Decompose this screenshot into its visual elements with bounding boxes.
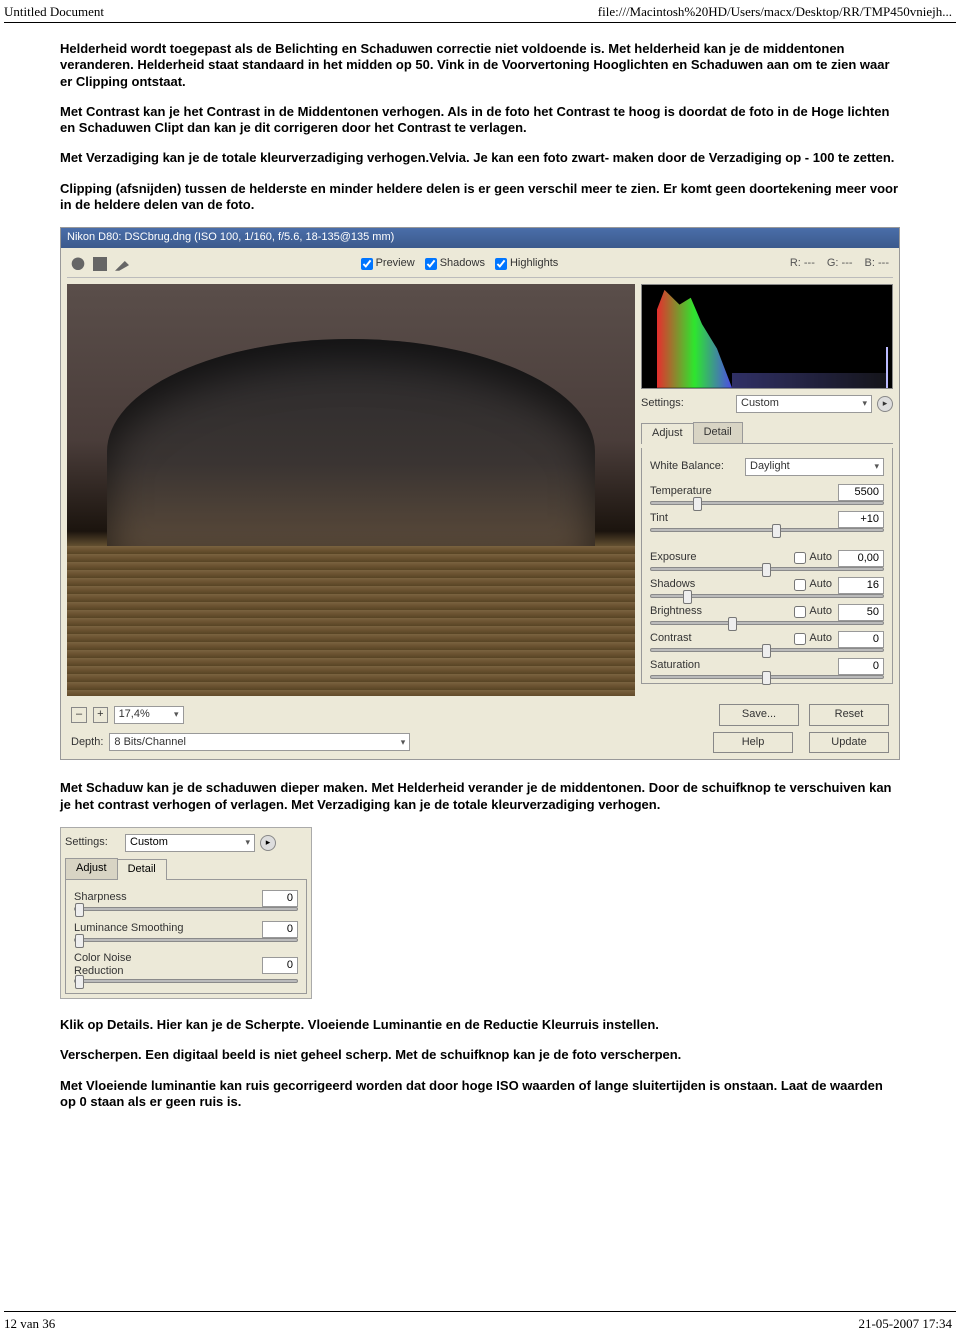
shadows-input[interactable] (838, 577, 884, 594)
depth-label: Depth: (71, 736, 103, 750)
color-noise-reduction-slider[interactable] (74, 979, 298, 983)
luminance-smoothing-slider[interactable] (74, 938, 298, 942)
brightness-slider[interactable] (650, 621, 884, 625)
white-balance-dropdown[interactable]: Daylight (745, 458, 884, 476)
exposure-auto-check[interactable]: Auto (794, 551, 832, 565)
window-title: Nikon D80: DSCbrug.dng (ISO 100, 1/160, … (61, 228, 899, 248)
paragraph-5: Met Schaduw kan je de schaduwen dieper m… (60, 780, 900, 813)
tint-slider[interactable] (650, 528, 884, 532)
image-preview[interactable] (67, 284, 635, 696)
saturation-input[interactable] (838, 658, 884, 675)
detail-settings-menu-icon[interactable]: ▸ (260, 835, 276, 851)
tool-icons (71, 257, 129, 271)
update-button[interactable]: Update (809, 732, 889, 754)
saturation-slider[interactable] (650, 675, 884, 679)
luminance-smoothing-label: Luminance Smoothing (74, 922, 184, 936)
header-divider (4, 22, 956, 23)
footer-divider (4, 1311, 956, 1312)
paragraph-6: Klik op Details. Hier kan je de Scherpte… (60, 1017, 900, 1033)
doc-title: Untitled Document (4, 4, 104, 20)
saturation-label: Saturation (650, 659, 730, 673)
luminance-smoothing-input[interactable] (262, 921, 298, 938)
zoom-icon[interactable] (71, 257, 85, 271)
tab-detail[interactable]: Detail (693, 422, 743, 443)
temperature-input[interactable] (838, 484, 884, 501)
detail-settings-dropdown[interactable]: Custom (125, 834, 255, 852)
detail-settings-label: Settings: (65, 836, 120, 850)
brightness-label: Brightness (650, 605, 730, 619)
tab-adjust[interactable]: Adjust (641, 423, 694, 444)
histogram (641, 284, 893, 389)
color-noise-reduction-input[interactable] (262, 957, 298, 974)
settings-label: Settings: (641, 397, 731, 411)
save-button[interactable]: Save... (719, 704, 799, 726)
contrast-slider[interactable] (650, 648, 884, 652)
brightness-input[interactable] (838, 604, 884, 621)
exposure-slider[interactable] (650, 567, 884, 571)
white-balance-label: White Balance: (650, 460, 740, 474)
temperature-label: Temperature (650, 485, 730, 499)
print-timestamp: 21-05-2007 17:34 (858, 1316, 952, 1332)
tint-input[interactable] (838, 511, 884, 528)
reset-button[interactable]: Reset (809, 704, 889, 726)
sharpness-label: Sharpness (74, 891, 184, 905)
brightness-auto-check[interactable]: Auto (794, 605, 832, 619)
zoom-dropdown[interactable]: 17,4% (114, 706, 184, 724)
paragraph-4: Clipping (afsnijden) tussen de helderste… (60, 181, 900, 214)
help-button[interactable]: Help (713, 732, 793, 754)
depth-dropdown[interactable]: 8 Bits/Channel (109, 733, 410, 751)
shadows-label: Shadows (440, 257, 485, 271)
exposure-input[interactable] (838, 550, 884, 567)
detail-tab-detail[interactable]: Detail (117, 859, 167, 880)
paragraph-2: Met Contrast kan je het Contrast in de M… (60, 104, 900, 137)
temperature-slider[interactable] (650, 501, 884, 505)
paragraph-3: Met Verzadiging kan je de totale kleurve… (60, 150, 900, 166)
page-counter: 12 van 36 (4, 1316, 55, 1332)
paragraph-1: Helderheid wordt toegepast als de Belich… (60, 41, 900, 90)
file-path: file:///Macintosh%20HD/Users/macx/Deskto… (598, 4, 952, 20)
rgb-readout: R: ---G: ---B: --- (790, 257, 889, 271)
highlights-checkbox[interactable]: Highlights (495, 257, 558, 271)
preview-checkbox[interactable]: Preview (361, 257, 415, 271)
eyedropper-icon[interactable] (115, 257, 129, 271)
hand-icon[interactable] (93, 257, 107, 271)
shadows-auto-check[interactable]: Auto (794, 578, 832, 592)
zoom-out-icon[interactable]: – (71, 707, 87, 723)
shadows-slider[interactable] (650, 594, 884, 598)
contrast-label: Contrast (650, 632, 730, 646)
detail-panel: Settings: Custom ▸ Adjust Detail Sharpne… (60, 827, 312, 999)
highlights-label: Highlights (510, 257, 558, 271)
contrast-auto-check[interactable]: Auto (794, 632, 832, 646)
settings-dropdown[interactable]: Custom (736, 395, 872, 413)
shadows-checkbox[interactable]: Shadows (425, 257, 485, 271)
settings-menu-icon[interactable]: ▸ (877, 396, 893, 412)
paragraph-8: Met Vloeiende luminantie kan ruis gecorr… (60, 1078, 900, 1111)
paragraph-7: Verscherpen. Een digitaal beeld is niet … (60, 1047, 900, 1063)
zoom-in-icon[interactable]: + (93, 707, 107, 723)
detail-tab-adjust[interactable]: Adjust (65, 858, 118, 879)
camera-raw-window: Nikon D80: DSCbrug.dng (ISO 100, 1/160, … (60, 227, 900, 760)
exposure-label: Exposure (650, 551, 730, 565)
sharpness-input[interactable] (262, 890, 298, 907)
contrast-input[interactable] (838, 631, 884, 648)
sharpness-slider[interactable] (74, 907, 298, 911)
preview-label: Preview (376, 257, 415, 271)
color-noise-reduction-label: Color Noise Reduction (74, 952, 184, 980)
tint-label: Tint (650, 512, 730, 526)
